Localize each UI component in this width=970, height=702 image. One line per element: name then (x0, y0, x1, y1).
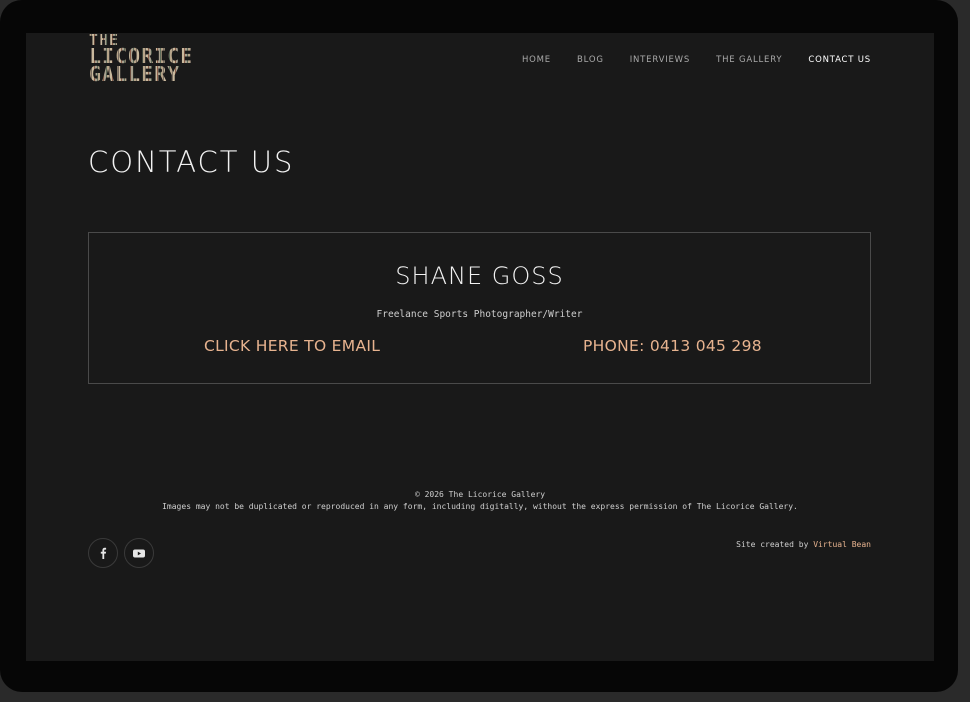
youtube-button[interactable] (124, 538, 154, 568)
nav-interviews[interactable]: INTERVIEWS (630, 55, 690, 65)
virtual-bean-link[interactable]: Virtual Bean (813, 540, 871, 549)
logo-line-3: GALLERY (89, 64, 219, 84)
email-link[interactable]: CLICK HERE TO EMAIL (204, 337, 380, 355)
phone-number[interactable]: PHONE: 0413 045 298 (583, 337, 762, 355)
nav-contact-us[interactable]: CONTACT US (808, 55, 871, 65)
site-credit: Site created by Virtual Bean (736, 540, 871, 549)
site-logo[interactable]: THE LICORICE GALLERY (89, 33, 219, 95)
social-links (88, 538, 154, 568)
device-frame: THE LICORICE GALLERY HOME BLOG INTERVIEW… (0, 0, 958, 692)
footer-notice: Images may not be duplicated or reproduc… (162, 502, 798, 511)
contact-card: SHANE GOSS Freelance Sports Photographer… (88, 232, 871, 384)
credit-prefix: Site created by (736, 540, 814, 549)
contact-name: SHANE GOSS (395, 262, 564, 290)
page-title: CONTACT US (88, 145, 295, 179)
contact-role: Freelance Sports Photographer/Writer (376, 309, 583, 320)
facebook-icon (98, 547, 108, 559)
footer-copyright: © 2026 The Licorice Gallery (414, 490, 546, 499)
youtube-icon (133, 549, 145, 558)
nav-the-gallery[interactable]: THE GALLERY (716, 55, 782, 65)
main-nav: HOME BLOG INTERVIEWS THE GALLERY CONTACT… (496, 55, 871, 65)
facebook-button[interactable] (88, 538, 118, 568)
nav-home[interactable]: HOME (522, 55, 551, 65)
nav-blog[interactable]: BLOG (577, 55, 604, 65)
screen: THE LICORICE GALLERY HOME BLOG INTERVIEW… (26, 33, 934, 661)
